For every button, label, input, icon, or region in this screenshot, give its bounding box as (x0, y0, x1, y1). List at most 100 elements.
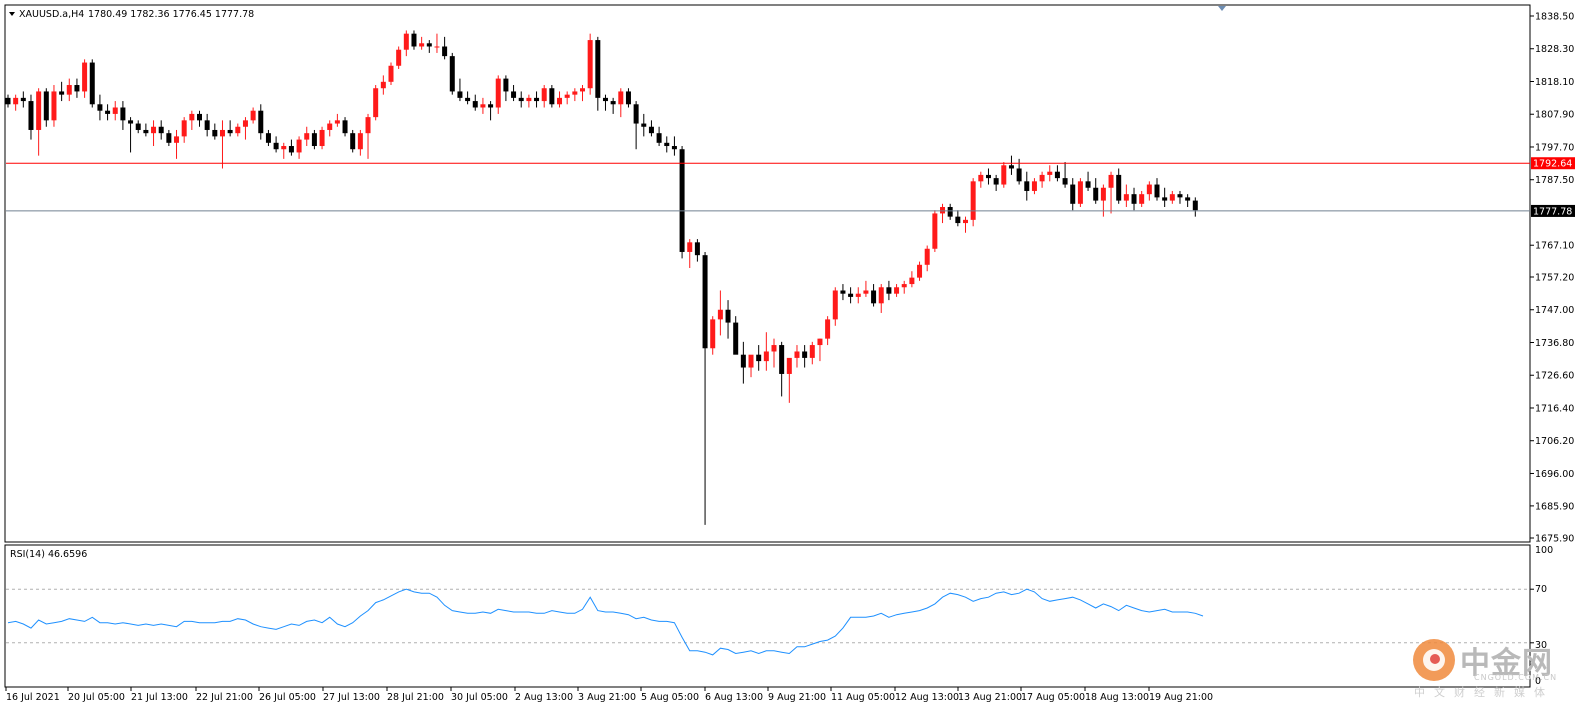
candle-body (526, 97, 532, 102)
candle-body (311, 133, 317, 147)
candle-body (388, 65, 394, 82)
candle-body (779, 345, 785, 374)
candle-body (863, 290, 869, 294)
candle-body (449, 56, 455, 92)
candle-body (978, 174, 984, 182)
candle-body (304, 133, 310, 140)
candle-body (702, 255, 708, 349)
candle-body (549, 88, 555, 105)
candle-body (1054, 171, 1060, 179)
candle-body (671, 146, 677, 150)
candle-body (802, 351, 808, 358)
candle-body (319, 129, 325, 147)
candle-body (380, 81, 386, 89)
candle-body (174, 136, 180, 143)
candle-body (602, 97, 608, 102)
time-tick-label: 22 Jul 21:00 (196, 692, 253, 703)
candle-body (878, 287, 884, 304)
rsi-level-70: 70 (1535, 584, 1547, 595)
price-tag-label: 1777.78 (1533, 206, 1572, 217)
candle-body (1016, 168, 1022, 182)
candle-body (1001, 165, 1007, 185)
candle-body (342, 120, 348, 134)
price-tick-label: 1818.10 (1535, 77, 1574, 88)
candle-body (281, 146, 287, 150)
time-tick-label: 26 Jul 05:00 (259, 692, 316, 703)
watermark-sub: CNGOLD.COM.CN (1474, 673, 1558, 682)
candle-body (197, 113, 202, 121)
candle-body (457, 91, 463, 98)
candle-body (725, 309, 731, 323)
candle-body (151, 126, 157, 134)
price-tick-label: 1747.00 (1535, 305, 1574, 316)
price-tick-label: 1787.50 (1535, 175, 1574, 186)
candle-body (434, 46, 440, 48)
price-tick-label: 1736.80 (1535, 338, 1574, 349)
candle-body (1154, 184, 1160, 198)
symbol-label: XAUUSD.a,H4 (19, 9, 84, 20)
candle-body (1024, 181, 1030, 191)
watermark: 中金网 CNGOLD.COM.CN 中文财经新媒体 (1410, 636, 1570, 700)
candle-body (219, 129, 225, 137)
candle-body (350, 133, 356, 150)
candle-body (1192, 200, 1198, 211)
candle-body (1131, 194, 1137, 204)
rsi-label: RSI(14) 46.6596 (10, 549, 87, 560)
candle-body (901, 284, 907, 288)
candle-body (51, 91, 57, 121)
candle-body (580, 88, 585, 92)
candle-body (288, 146, 294, 153)
candle-body (733, 322, 739, 355)
candle-body (832, 290, 838, 320)
price-panel[interactable] (4, 4, 1531, 543)
candle-body (840, 290, 846, 294)
candle-body (932, 213, 938, 249)
candle-body (763, 351, 769, 362)
candle-body (365, 117, 371, 134)
candle-body (503, 78, 509, 92)
price-tag-label: 1792.64 (1533, 159, 1572, 170)
candle-body (82, 62, 88, 92)
candle-body (158, 126, 164, 134)
time-tick-label: 3 Aug 21:00 (578, 692, 636, 703)
ohlc-label: 1780.49 1782.36 1776.45 1777.78 (88, 9, 254, 20)
candle-body (120, 107, 126, 121)
candle-body (495, 78, 501, 108)
candle-body (511, 91, 517, 98)
chart[interactable]: 1838.50 1828.30 1818.10 1807.90 1797.70 1787.… (0, 0, 1577, 714)
candle-body (886, 287, 892, 294)
candle-body (1070, 184, 1076, 204)
candle-body (1047, 171, 1053, 175)
candle-body (250, 110, 256, 121)
time-tick-label: 20 Jul 05:00 (68, 692, 125, 703)
candle-body (1100, 187, 1106, 201)
candle-body (166, 133, 172, 143)
price-tick-label: 1838.50 (1535, 12, 1574, 23)
time-tick-label: 27 Jul 13:00 (323, 692, 380, 703)
candle-body (1077, 181, 1083, 204)
candle-body (357, 133, 363, 150)
candle-body (656, 133, 662, 143)
candle-body (28, 101, 34, 130)
time-tick-label: 6 Aug 13:00 (705, 692, 763, 703)
candle-body (871, 290, 877, 304)
price-tick-label: 1716.40 (1535, 403, 1574, 414)
candle-body (1185, 197, 1191, 201)
time-tick-label: 11 Aug 05:00 (831, 692, 895, 703)
candle-body (242, 120, 248, 127)
candle-body (258, 110, 264, 134)
rsi-panel[interactable] (4, 544, 1531, 688)
candle-body (541, 88, 547, 102)
candle-body (1093, 187, 1099, 201)
candle-body (648, 126, 654, 134)
candle-body (1139, 194, 1145, 204)
candle-body (273, 142, 279, 150)
candle-body (1039, 174, 1045, 182)
candle-body (480, 104, 486, 108)
time-tick-label: 13 Aug 21:00 (958, 692, 1022, 703)
candle-body (664, 142, 670, 147)
candle-body (572, 91, 578, 95)
candle-body (771, 345, 777, 352)
price-tick-label: 1706.20 (1535, 436, 1574, 447)
time-tick-label: 28 Jul 21:00 (387, 692, 444, 703)
